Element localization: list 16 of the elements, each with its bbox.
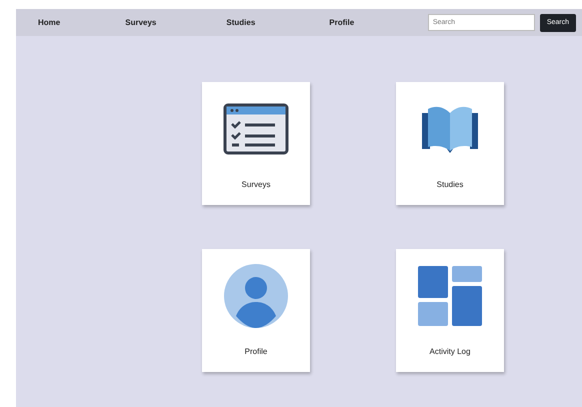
tile-label: Studies xyxy=(436,180,464,189)
tile-label: Profile xyxy=(244,347,268,356)
tile-card[interactable]: Studies xyxy=(396,82,504,205)
nav-link[interactable]: Profile xyxy=(329,18,354,27)
user-avatar-icon xyxy=(224,264,288,328)
tile-card[interactable]: Activity Log xyxy=(396,249,504,372)
dashboard-blocks-icon xyxy=(418,266,482,326)
tile-card[interactable]: Profile xyxy=(202,249,310,372)
tile-label: Surveys xyxy=(242,180,270,189)
survey-form-icon xyxy=(223,103,289,155)
nav-link[interactable]: Studies xyxy=(226,18,256,27)
book-icon xyxy=(420,105,480,153)
nav-link[interactable]: Home xyxy=(38,18,60,27)
tile-label: Activity Log xyxy=(430,347,470,356)
nav-link[interactable]: Surveys xyxy=(125,18,156,27)
tile-card[interactable]: Surveys xyxy=(202,82,310,205)
